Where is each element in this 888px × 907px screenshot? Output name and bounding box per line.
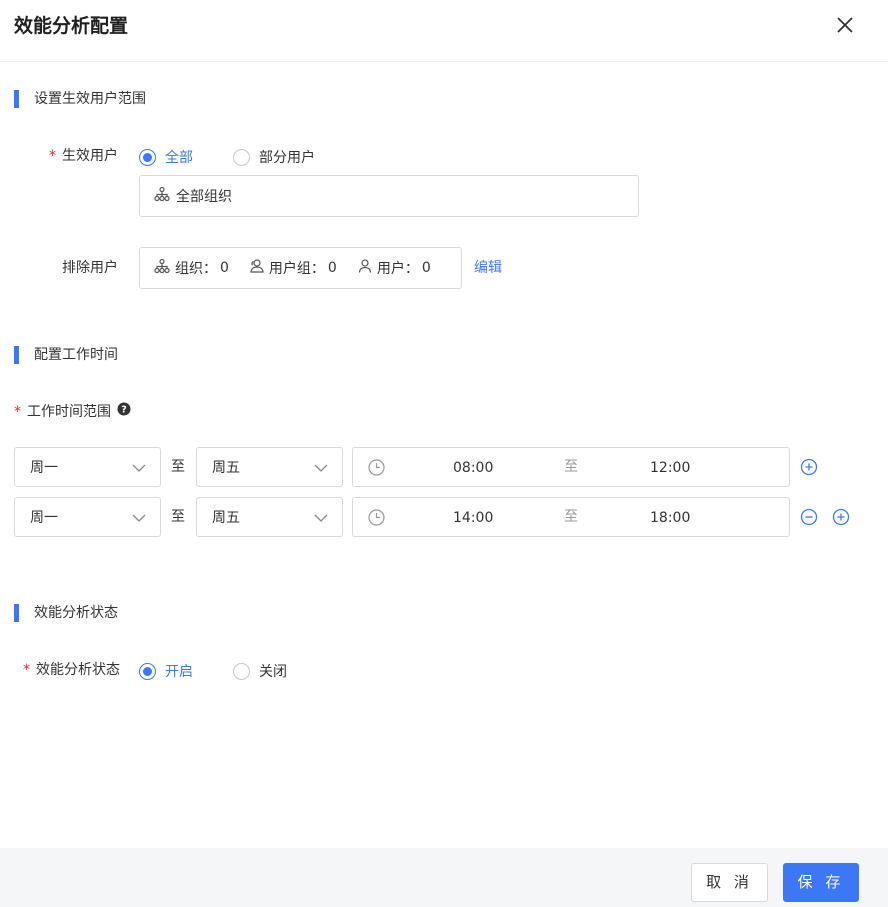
- exclude-user-count: 0: [421, 260, 431, 276]
- user-icon: [357, 258, 373, 278]
- org-selector-value: 全部组织: [176, 189, 232, 205]
- end-time: 18:00: [650, 510, 691, 526]
- org-icon: [154, 258, 170, 278]
- user-group-icon: [249, 258, 265, 278]
- analysis-status-label: * 效能分析状态: [23, 662, 120, 678]
- time-range-picker[interactable]: 08:00 至 12:00: [352, 447, 790, 487]
- chevron-down-icon: [314, 461, 328, 479]
- end-day-value: 周五: [212, 460, 240, 476]
- section-title-work-time: 配置工作时间: [14, 346, 118, 364]
- exclude-group-count: 0: [327, 260, 337, 276]
- radio-all-indicator: [139, 148, 156, 166]
- start-day-select[interactable]: 周一: [14, 497, 161, 537]
- end-time: 12:00: [650, 460, 691, 476]
- radio-partial-users-indicator: [233, 148, 250, 166]
- dialog-footer: 取 消 保 存: [0, 848, 888, 907]
- add-circle-icon[interactable]: [832, 508, 850, 526]
- chevron-down-icon: [132, 511, 146, 529]
- end-day-select[interactable]: 周五: [196, 447, 343, 487]
- exclude-org-count: 0: [220, 260, 229, 276]
- add-circle-icon[interactable]: [800, 458, 818, 476]
- help-icon[interactable]: ?: [117, 402, 131, 422]
- start-day-select[interactable]: 周一: [14, 447, 161, 487]
- org-icon: [154, 186, 170, 206]
- section-title-analysis-status: 效能分析状态: [14, 604, 118, 622]
- clock-icon: [368, 459, 385, 480]
- svg-text:?: ?: [121, 405, 127, 416]
- start-time: 14:00: [453, 510, 494, 526]
- exclude-users-summary: 组织： 0 用户组： 0 用户： 0: [139, 247, 462, 289]
- start-day-value: 周一: [30, 460, 58, 476]
- radio-partial-users[interactable]: 部分用户: [233, 147, 315, 167]
- radio-enable-label: 开启: [165, 664, 193, 680]
- day-range-separator: 至: [171, 509, 185, 525]
- start-time: 08:00: [453, 460, 494, 476]
- time-range-separator: 至: [564, 459, 578, 475]
- section-title-user-scope: 设置生效用户范围: [14, 90, 146, 108]
- effective-users-label: * 生效用户: [49, 148, 118, 164]
- radio-partial-users-label: 部分用户: [259, 150, 315, 166]
- save-button[interactable]: 保 存: [783, 863, 859, 902]
- remove-circle-icon[interactable]: [800, 508, 818, 526]
- exclude-org-label: 组织：: [175, 261, 217, 277]
- time-range-picker[interactable]: 14:00 至 18:00: [352, 497, 790, 537]
- end-day-value: 周五: [212, 510, 240, 526]
- radio-disable-indicator: [233, 662, 250, 680]
- chevron-down-icon: [314, 511, 328, 529]
- radio-disable[interactable]: 关闭: [233, 661, 287, 681]
- org-selector[interactable]: 全部组织: [139, 175, 639, 217]
- close-icon[interactable]: [834, 14, 856, 36]
- dialog-title: 效能分析配置: [14, 15, 129, 37]
- clock-icon: [368, 509, 385, 530]
- chevron-down-icon: [132, 461, 146, 479]
- radio-all-label: 全部: [165, 150, 193, 166]
- radio-enable[interactable]: 开启: [139, 661, 193, 681]
- cancel-button[interactable]: 取 消: [691, 863, 768, 902]
- day-range-separator: 至: [171, 459, 185, 475]
- exclude-users-label: 排除用户: [62, 260, 118, 276]
- dialog-header: 效能分析配置: [0, 0, 888, 62]
- edit-exclude-link[interactable]: 编辑: [474, 258, 502, 278]
- time-range-separator: 至: [564, 509, 578, 525]
- radio-all[interactable]: 全部: [139, 147, 193, 167]
- radio-disable-label: 关闭: [259, 664, 287, 680]
- start-day-value: 周一: [30, 510, 58, 526]
- exclude-user-label: 用户：: [376, 261, 419, 277]
- radio-enable-indicator: [139, 662, 156, 680]
- exclude-group-label: 用户组：: [268, 261, 325, 277]
- end-day-select[interactable]: 周五: [196, 497, 343, 537]
- work-time-range-label: * 工作时间范围 ?: [14, 402, 131, 422]
